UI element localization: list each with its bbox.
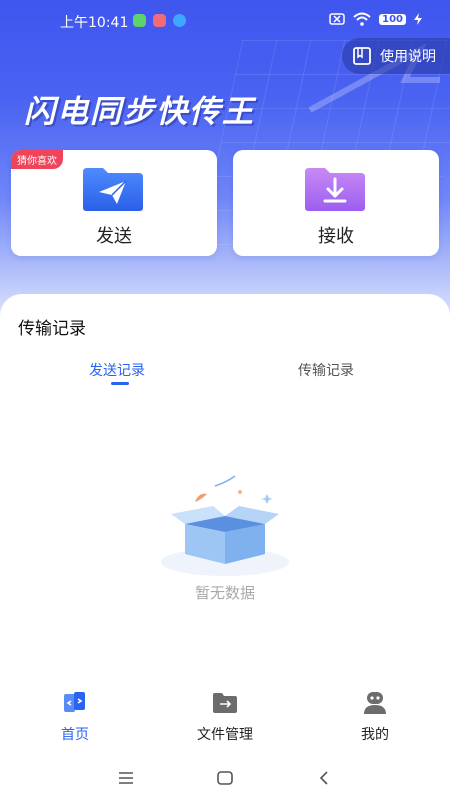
nav-file-management[interactable]: 文件管理 xyxy=(175,690,275,744)
home-transfer-icon xyxy=(64,692,85,712)
section-title: 传输记录 xyxy=(18,319,86,339)
nav-mine-label: 我的 xyxy=(361,727,389,743)
notification-app-icon xyxy=(133,14,146,27)
receive-folder-icon xyxy=(305,168,365,211)
home-button-icon[interactable] xyxy=(215,768,235,788)
nav-file-management-label: 文件管理 xyxy=(197,727,253,743)
empty-state-text: 暂无数据 xyxy=(194,584,255,602)
send-folder-icon xyxy=(83,168,143,211)
battery-icon: 100 xyxy=(379,13,406,25)
folder-icon xyxy=(213,693,237,713)
menu-icon[interactable] xyxy=(116,768,136,788)
nav-mine[interactable]: 我的 xyxy=(325,690,425,744)
sim-off-icon xyxy=(329,13,345,25)
profile-icon xyxy=(364,692,386,714)
book-icon xyxy=(353,47,371,65)
wifi-icon xyxy=(353,12,371,26)
guess-you-like-badge: 猜你喜欢 xyxy=(11,150,63,169)
notification-app-icon xyxy=(153,14,166,27)
notification-app-icon xyxy=(173,14,186,27)
receive-card[interactable]: 接收 xyxy=(233,150,439,256)
send-card[interactable]: 猜你喜欢 发送 xyxy=(11,150,217,256)
receive-label: 接收 xyxy=(318,226,354,247)
tab-send-records[interactable]: 发送记录 xyxy=(89,360,145,380)
system-navigation-bar xyxy=(0,756,450,800)
status-time: 上午10:41 xyxy=(60,15,129,31)
active-tab-indicator xyxy=(111,382,129,385)
nav-home-label: 首页 xyxy=(61,727,89,743)
status-bar: 上午10:41 100 xyxy=(0,0,450,42)
tab-transfer-records[interactable]: 传输记录 xyxy=(298,360,354,380)
transfer-records-panel: 传输记录 发送记录 传输记录 暂无数据 xyxy=(0,294,450,684)
charging-icon xyxy=(414,13,422,25)
bottom-navigation: 首页 文件管理 我的 xyxy=(0,684,450,756)
send-label: 发送 xyxy=(96,226,132,247)
empty-box-illustration xyxy=(161,475,289,576)
help-button-label: 使用说明 xyxy=(380,49,436,65)
app-title: 闪电同步快传王 xyxy=(24,94,255,130)
nav-home[interactable]: 首页 xyxy=(25,690,125,744)
help-button[interactable]: 使用说明 xyxy=(342,38,450,74)
back-icon[interactable] xyxy=(314,768,334,788)
